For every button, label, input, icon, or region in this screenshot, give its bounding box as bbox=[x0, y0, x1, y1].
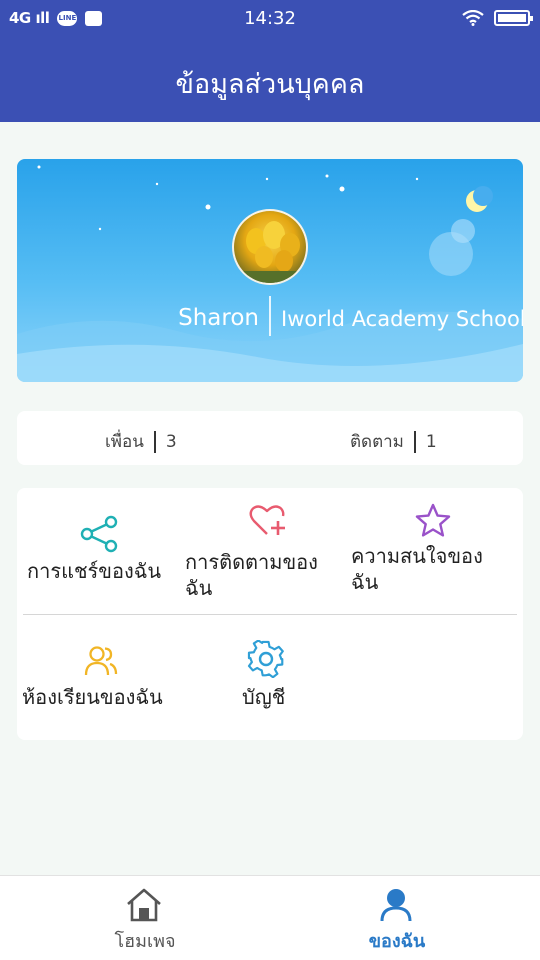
profile-menu: การแชร์ของฉัน การติดตามของ ฉัน ความสนใจข… bbox=[17, 488, 523, 740]
friends-label: เพื่อน bbox=[105, 432, 144, 452]
menu-item-label: ความสนใจของ ฉัน bbox=[351, 543, 523, 595]
following-stat[interactable]: ติดตาม 1 bbox=[350, 428, 437, 455]
label-line-2: ฉัน bbox=[351, 570, 379, 594]
avatar[interactable] bbox=[232, 209, 308, 285]
menu-item-my-classroom[interactable]: ห้องเรียนของฉัน bbox=[17, 615, 185, 740]
friends-count: 3 bbox=[165, 431, 177, 452]
name-divider bbox=[269, 296, 271, 336]
menu-item-my-following[interactable]: การติดตามของ ฉัน bbox=[185, 488, 353, 614]
gear-icon bbox=[247, 640, 284, 678]
bottom-tab-bar: โฮมเพจ ของฉัน bbox=[0, 875, 540, 960]
friends-stat[interactable]: เพื่อน 3 bbox=[105, 428, 177, 455]
stat-divider bbox=[413, 430, 416, 453]
profile-banner: Sharon Iworld Academy School bbox=[17, 159, 523, 382]
battery-icon bbox=[494, 10, 533, 26]
status-clock: 14:32 bbox=[244, 8, 296, 29]
page-title: ข้อมูลส่วนบุคคล bbox=[175, 69, 365, 100]
home-icon bbox=[127, 888, 161, 922]
label-line-2: ฉัน bbox=[185, 576, 213, 600]
menu-item-account[interactable]: บัญชี bbox=[185, 615, 353, 740]
school-name: Iworld Academy School bbox=[281, 307, 523, 331]
status-bar: 4G ıll LINE 14:32 bbox=[0, 0, 540, 36]
menu-item-label: ห้องเรียนของฉัน bbox=[22, 685, 163, 709]
social-stats: เพื่อน 3 ติดตาม 1 bbox=[17, 411, 523, 465]
tab-home[interactable]: โฮมเพจ bbox=[0, 876, 270, 960]
top-app-bar: 4G ıll LINE 14:32 ข้อมูลส่วนบุคคล bbox=[0, 0, 540, 122]
menu-item-label: การแชร์ของฉัน bbox=[27, 559, 162, 583]
user-name: Sharon bbox=[178, 305, 259, 331]
following-label: ติดตาม bbox=[350, 432, 404, 452]
tab-label: โฮมเพจ bbox=[114, 931, 176, 952]
share-icon bbox=[80, 515, 118, 553]
label-line-1: ความสนใจของ bbox=[351, 544, 483, 568]
tab-mine[interactable]: ของฉัน bbox=[270, 876, 540, 960]
menu-item-my-interests[interactable]: ความสนใจของ ฉัน bbox=[351, 488, 523, 614]
person-icon bbox=[380, 889, 412, 922]
following-count: 1 bbox=[425, 431, 437, 452]
menu-item-my-shares[interactable]: การแชร์ของฉัน bbox=[17, 488, 185, 614]
star-icon bbox=[415, 503, 451, 537]
menu-item-label: บัญชี bbox=[242, 685, 286, 709]
users-icon bbox=[84, 646, 118, 676]
stat-divider bbox=[153, 430, 156, 453]
label-line-1: การติดตามของ bbox=[185, 550, 318, 574]
heart-plus-icon bbox=[249, 505, 285, 535]
wifi-icon bbox=[462, 10, 484, 26]
menu-item-label: การติดตามของ ฉัน bbox=[185, 549, 355, 601]
tab-label: ของฉัน bbox=[368, 931, 426, 952]
